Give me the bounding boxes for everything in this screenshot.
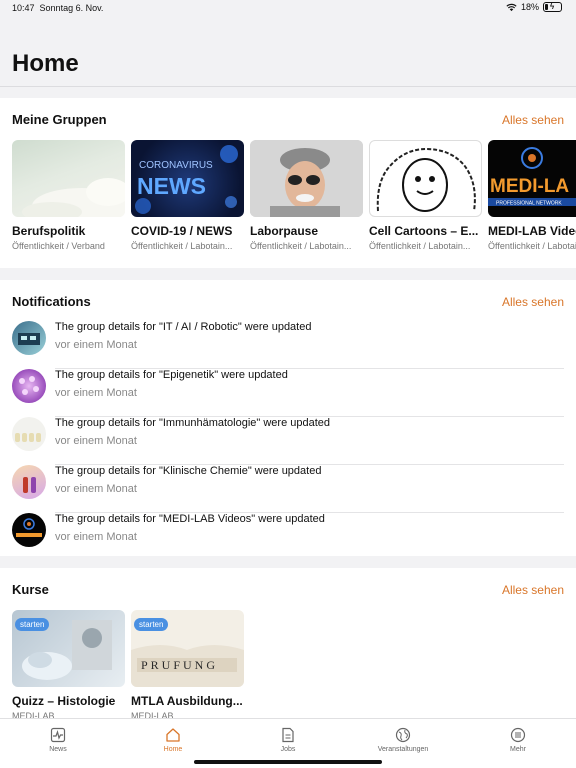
notification-item[interactable]: The group details for "IT / AI / Robotic… (12, 321, 564, 369)
courses-carousel[interactable]: starten Quizz – Histologie MEDI-LAB PRUF… (12, 610, 576, 725)
group-subtitle: Öffentlichkeit / Labotain... (369, 241, 471, 251)
status-time: 10:47 Sonntag 6. Nov. (12, 3, 104, 13)
tab-label: Veranstaltungen (377, 746, 429, 753)
notification-text: The group details for "Epigenetik" were … (55, 369, 288, 381)
medilab-image-logo-text: MEDI-LA (490, 176, 569, 197)
notification-avatar (12, 465, 46, 499)
battery-icon: ϟ (543, 2, 562, 12)
notification-avatar (12, 369, 46, 403)
group-subtitle: Öffentlichkeit / Verband (12, 241, 105, 251)
status-bar: 10:47 Sonntag 6. Nov. 18% ϟ (0, 0, 576, 18)
courses-see-all-link[interactable]: Alles sehen (502, 583, 564, 597)
group-card-medilab-videos[interactable]: MEDI-LA PROFESSIONAL NETWORK MEDI-LAB Vi… (488, 140, 576, 251)
group-name: MEDI-LAB Videos (488, 224, 576, 238)
notification-time: vor einem Monat (55, 339, 137, 351)
group-subtitle: Öffentlichkeit / Labotain... (131, 241, 233, 251)
notification-text: The group details for "Immunhämatologie"… (55, 417, 331, 429)
tab-news[interactable]: News (18, 727, 98, 753)
course-card-mtla[interactable]: PRUFUNG starten MTLA Ausbildung... MEDI-… (131, 610, 244, 721)
group-image (12, 140, 125, 217)
tab-label: News (49, 746, 67, 753)
tab-home[interactable]: Home (133, 727, 213, 753)
group-name: COVID-19 / NEWS (131, 224, 233, 238)
group-image: CORONAVIRUS NEWS (131, 140, 244, 217)
course-image: starten (12, 610, 125, 687)
groups-title: Meine Gruppen (12, 112, 107, 127)
tab-label: Home (163, 746, 183, 753)
groups-carousel[interactable]: Berufspolitik Öffentlichkeit / Verband C… (12, 140, 576, 260)
tab-label: Jobs (280, 746, 296, 753)
group-name: Laborpause (250, 224, 319, 238)
notification-avatar (12, 321, 46, 355)
course-start-badge: starten (15, 618, 50, 631)
group-card-laborpause[interactable]: Laborpause Öffentlichkeit / Labotain... (250, 140, 363, 251)
courses-section: Kurse Alles sehen starten Quizz – Histol… (0, 568, 576, 721)
covid-image-text-top: CORONAVIRUS (139, 160, 213, 171)
tab-label: Mehr (510, 746, 526, 753)
notification-item[interactable]: The group details for "Immunhämatologie"… (12, 417, 564, 465)
group-subtitle: Öffentlichkeit / Labotain... (250, 241, 352, 251)
tab-jobs[interactable]: Jobs (248, 727, 328, 753)
notification-item[interactable]: The group details for "Klinische Chemie"… (12, 465, 564, 513)
group-name: Cell Cartoons – E... (369, 224, 479, 238)
menu-icon (510, 727, 526, 743)
notifications-section: Notifications Alles sehen The group deta… (0, 280, 576, 556)
groups-see-all-link[interactable]: Alles sehen (502, 113, 564, 127)
home-indicator[interactable] (194, 760, 382, 764)
notification-avatar (12, 417, 46, 451)
notification-time: vor einem Monat (55, 483, 137, 495)
group-name: Berufspolitik (12, 224, 86, 238)
notification-time: vor einem Monat (55, 531, 137, 543)
tab-veranstaltungen[interactable]: Veranstaltungen (363, 727, 443, 753)
tab-mehr[interactable]: Mehr (478, 727, 558, 753)
course-name: Quizz – Histologie (12, 694, 116, 708)
course-image: PRUFUNG starten (131, 610, 244, 687)
group-subtitle: Öffentlichkeit / Labotai (488, 241, 576, 251)
group-image (250, 140, 363, 217)
notification-text: The group details for "IT / AI / Robotic… (55, 321, 312, 333)
group-image (369, 140, 482, 217)
medilab-image-subtext: PROFESSIONAL NETWORK (496, 201, 562, 207)
group-image: MEDI-LA PROFESSIONAL NETWORK (488, 140, 576, 217)
divider (0, 86, 576, 87)
notification-time: vor einem Monat (55, 435, 137, 447)
globe-icon (395, 727, 411, 743)
group-card-berufspolitik[interactable]: Berufspolitik Öffentlichkeit / Verband (12, 140, 125, 251)
courses-title: Kurse (12, 582, 49, 597)
status-right: 18% ϟ (506, 2, 562, 12)
notifications-title: Notifications (12, 294, 91, 309)
battery-percent: 18% (520, 2, 539, 12)
page-title: Home (12, 50, 79, 77)
wifi-icon (506, 3, 517, 11)
notification-avatar (12, 513, 46, 547)
notification-item[interactable]: The group details for "MEDI-LAB Videos" … (12, 513, 564, 561)
group-card-cell-cartoons[interactable]: Cell Cartoons – E... Öffentlichkeit / La… (369, 140, 482, 251)
course-name: MTLA Ausbildung... (131, 694, 243, 708)
covid-image-text-news: NEWS (137, 173, 206, 199)
notification-item[interactable]: The group details for "Epigenetik" were … (12, 369, 564, 417)
course-card-histologie[interactable]: starten Quizz – Histologie MEDI-LAB (12, 610, 125, 721)
home-icon (166, 728, 180, 742)
course-start-badge: starten (134, 618, 169, 631)
course-image-text: PRUFUNG (141, 658, 218, 672)
document-icon (282, 727, 294, 743)
notifications-see-all-link[interactable]: Alles sehen (502, 295, 564, 309)
notification-text: The group details for "MEDI-LAB Videos" … (55, 513, 325, 525)
activity-icon (50, 727, 66, 743)
group-card-covid[interactable]: CORONAVIRUS NEWS COVID-19 / NEWS Öffentl… (131, 140, 244, 251)
notification-time: vor einem Monat (55, 387, 137, 399)
notification-text: The group details for "Klinische Chemie"… (55, 465, 322, 477)
groups-section: Meine Gruppen Alles sehen Berufspolitik … (0, 98, 576, 268)
